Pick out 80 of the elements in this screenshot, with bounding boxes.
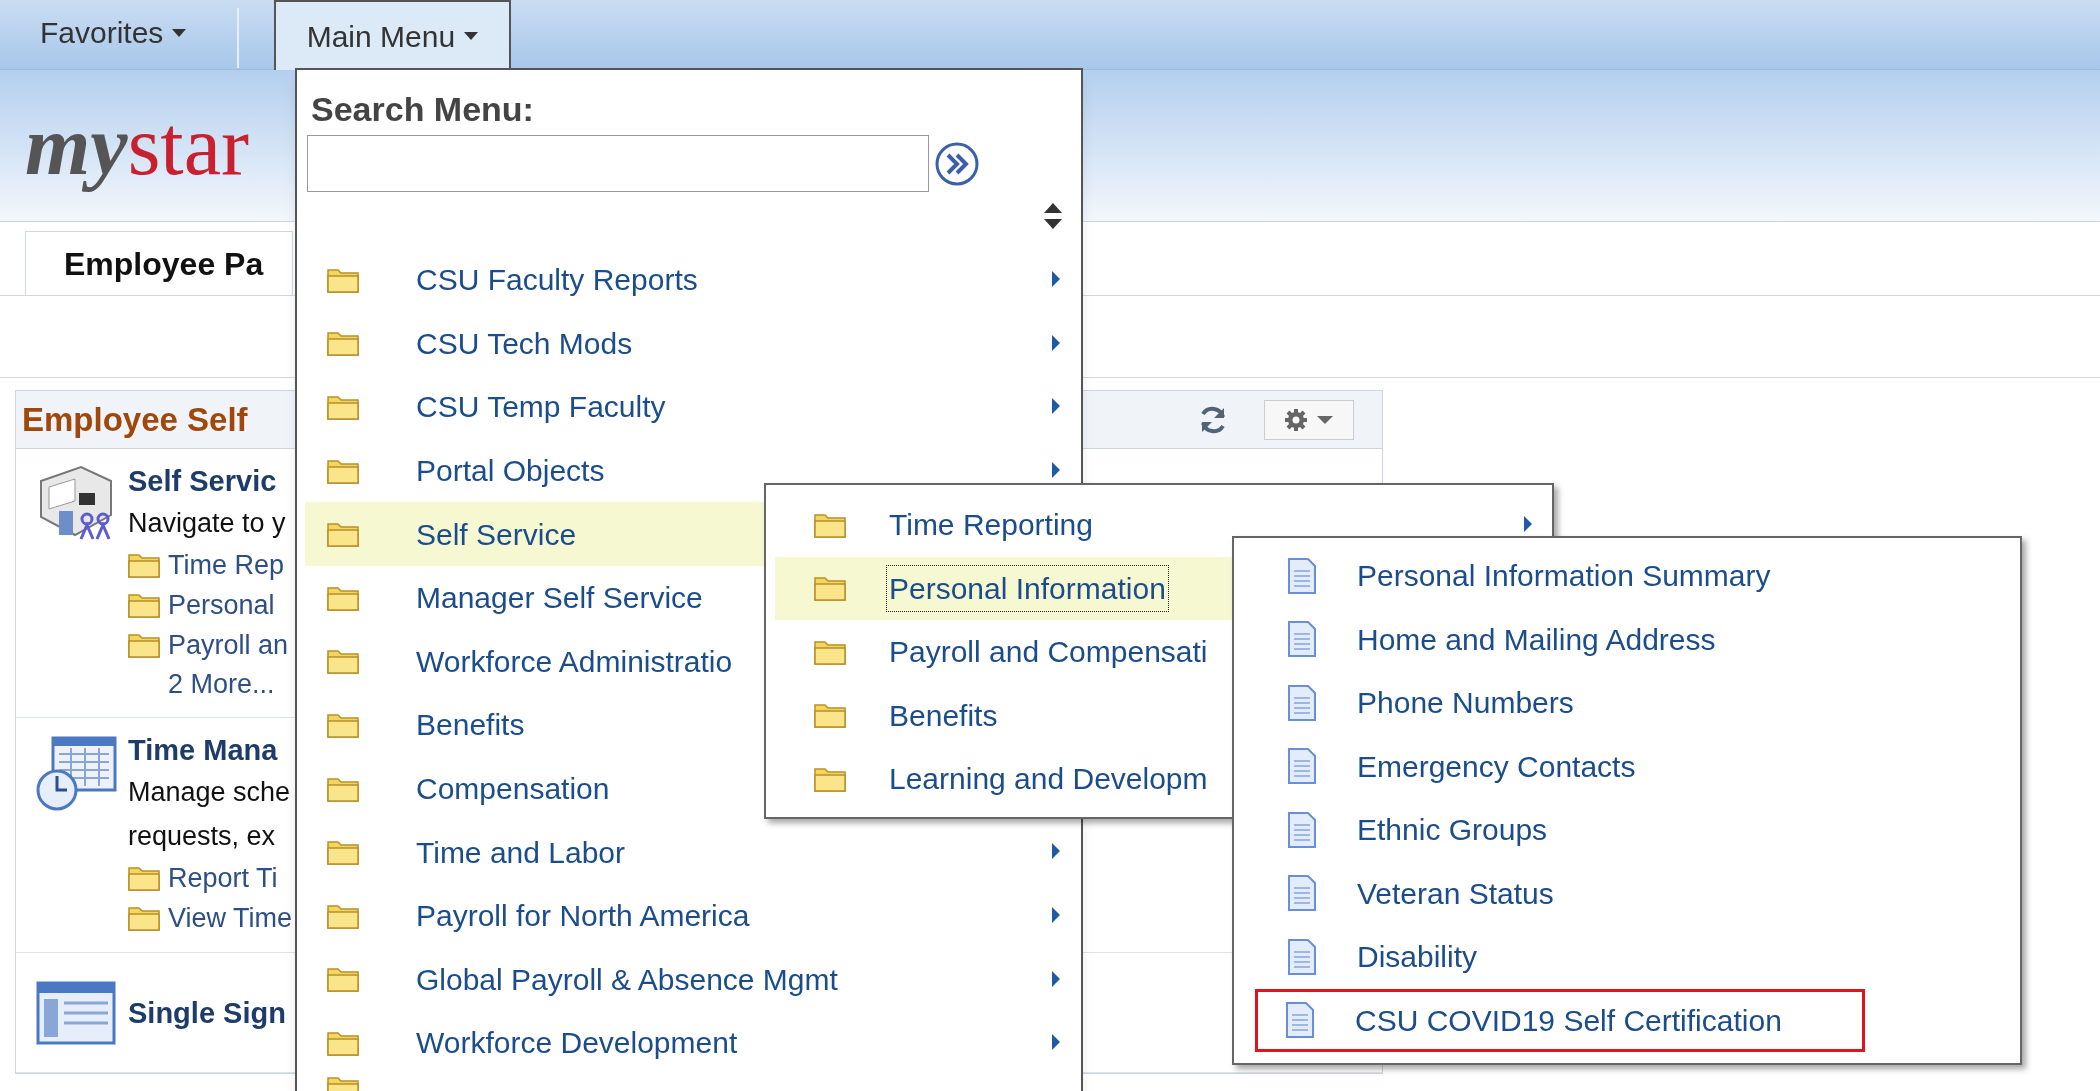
folder-icon xyxy=(814,638,846,665)
menu-item[interactable]: CSU Tech Mods xyxy=(305,311,1081,376)
favorites-menu[interactable]: Favorites xyxy=(40,10,188,55)
arrow-right-icon xyxy=(1051,969,1061,988)
document-icon xyxy=(1287,747,1317,786)
folder-icon xyxy=(327,457,359,484)
main-menu-button[interactable]: Main Menu xyxy=(274,0,512,70)
folder-icon xyxy=(327,648,359,675)
folder-icon xyxy=(128,905,160,931)
folder-icon xyxy=(327,775,359,802)
menu-item[interactable]: CSU Temp Faculty xyxy=(305,375,1081,439)
settings-icon xyxy=(1284,407,1308,432)
page-tab[interactable]: Employee Pa xyxy=(25,231,293,295)
menu-item[interactable]: Phone Numbers xyxy=(1258,671,2020,735)
folder-icon xyxy=(814,765,846,792)
caret-icon xyxy=(463,31,480,41)
caret-icon xyxy=(1316,414,1334,425)
window-icon xyxy=(36,980,116,1045)
section-link[interactable]: Time Rep xyxy=(168,544,285,586)
document-icon xyxy=(1287,937,1317,976)
folder-icon xyxy=(327,966,359,993)
section-link[interactable]: Payroll an xyxy=(168,624,289,666)
arrow-right-icon xyxy=(1523,515,1533,533)
section-link[interactable]: View Time xyxy=(168,897,293,939)
section-title[interactable]: Single Sign xyxy=(128,992,286,1033)
arrow-right-icon xyxy=(1051,905,1061,924)
search-field[interactable] xyxy=(307,135,929,192)
section-link[interactable]: Personal xyxy=(168,584,275,626)
folder-icon xyxy=(327,711,359,738)
folder-icon xyxy=(814,702,846,729)
folder-icon xyxy=(327,330,359,357)
section-description: requests, ex xyxy=(128,820,277,853)
section-title[interactable]: Time Mana xyxy=(128,730,293,770)
menu-item[interactable]: Disability xyxy=(1258,925,2020,989)
document-icon xyxy=(1287,620,1317,659)
document-icon xyxy=(1287,810,1317,849)
arrow-right-icon xyxy=(1051,1033,1061,1052)
folder-icon xyxy=(327,902,359,929)
document-icon xyxy=(1287,874,1317,913)
document-icon xyxy=(1287,556,1317,595)
more-link[interactable]: 2 More... xyxy=(168,665,289,703)
sort-arrows-icon[interactable] xyxy=(1043,202,1063,230)
folder-icon xyxy=(327,584,359,611)
section-description: Manage sche xyxy=(128,776,292,809)
folder-icon xyxy=(327,1029,359,1056)
document-icon xyxy=(1285,1001,1315,1040)
folder-icon xyxy=(128,592,160,618)
folder-icon xyxy=(814,575,846,602)
arrow-right-icon xyxy=(1051,460,1061,479)
menu-item[interactable]: Emergency Contacts xyxy=(1258,734,2020,798)
go-button-icon[interactable] xyxy=(934,141,980,187)
search-menu-label: Search Menu: xyxy=(311,89,534,130)
menu-item[interactable]: Veteran Status xyxy=(1258,861,2020,925)
document-icon xyxy=(1287,683,1317,722)
section-link[interactable]: Report Ti xyxy=(168,857,278,899)
folder-icon xyxy=(327,266,359,293)
folder-icon xyxy=(814,511,846,538)
menu-item[interactable]: Global Payroll & Absence Mgmt xyxy=(305,947,1081,1012)
menu-item[interactable]: Workforce Development xyxy=(305,1011,1081,1075)
folder-icon xyxy=(128,865,160,891)
pagelet-title: Employee Self xyxy=(22,399,248,440)
folder-icon xyxy=(327,394,359,420)
folder-icon xyxy=(128,552,160,578)
arrow-right-icon xyxy=(1051,397,1061,416)
arrow-right-icon xyxy=(1051,333,1061,352)
arrow-right-icon xyxy=(1051,270,1061,288)
caret-icon xyxy=(171,27,188,38)
settings-dropdown[interactable] xyxy=(1264,399,1354,440)
section-title[interactable]: Self Servic xyxy=(128,461,289,501)
arrow-right-icon xyxy=(1051,842,1061,861)
folder-icon xyxy=(128,632,160,658)
menu-item[interactable]: CSU COVID19 Self Certification xyxy=(1255,988,1865,1052)
folder-icon xyxy=(327,839,359,866)
section-description: Navigate to y xyxy=(128,507,287,540)
menu-item[interactable]: CSU Faculty Reports xyxy=(305,248,1081,312)
folder-icon xyxy=(327,521,359,548)
menu-item[interactable]: Time and Labor xyxy=(305,820,1081,884)
menu-item[interactable]: Ethnic Groups xyxy=(1258,798,2020,862)
refresh-icon[interactable] xyxy=(1198,404,1228,435)
menu-item[interactable]: Payroll for North America xyxy=(305,883,1081,948)
